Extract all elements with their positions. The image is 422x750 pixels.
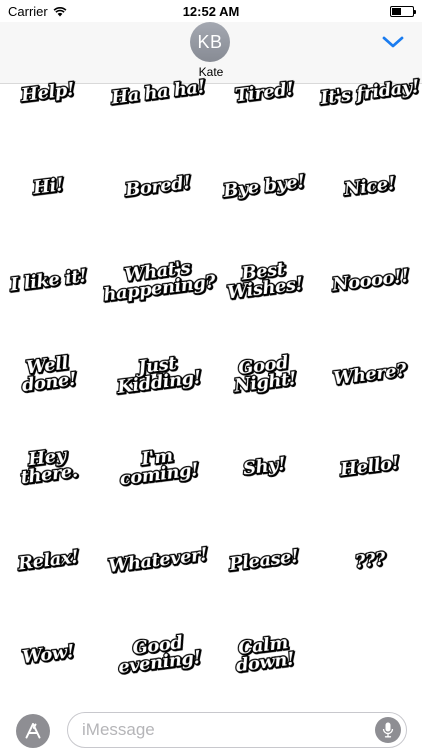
sticker-label: Wow! [20,639,77,669]
sticker-label: Whatever! [106,542,210,577]
sticker-label: Shy! [240,452,287,480]
sticker-label: Good evening! [115,631,202,679]
sticker-label: I'm coming! [117,444,200,491]
sticker-26[interactable]: Calm down! [214,630,314,678]
sticker-label: Good Night! [232,351,299,398]
sticker-5[interactable]: Bored! [108,162,208,210]
message-input[interactable] [82,720,362,740]
sticker-13[interactable]: Just Kidding! [108,350,208,400]
sticker-2[interactable]: Tired! [214,68,314,116]
sticker-24[interactable]: Wow! [0,630,98,678]
sticker-label: Tired! [232,77,295,107]
battery-icon [390,5,416,17]
sticker-label: Just Kidding! [115,352,203,400]
sticker-18[interactable]: Shy! [214,442,314,490]
status-bar: Carrier 12:52 AM [0,0,422,22]
sticker-grid: Help! Ha ha ha! Tired! It's friday! Hi! Bored… [0,56,422,706]
battery-level [392,7,401,15]
sticker-label: It's friday! [318,74,422,109]
sticker-10[interactable]: Best Wishes! [214,256,314,304]
status-left: Carrier [8,4,67,19]
sticker-0[interactable]: Help! [0,68,98,116]
sticker-label: Relax! [15,545,80,576]
sticker-15[interactable]: Where? [320,350,420,398]
sticker-20[interactable]: Relax! [0,536,98,584]
sticker-label: ??? [353,547,388,574]
sticker-label: Bored! [123,170,193,201]
sticker-3[interactable]: It's friday! [318,68,422,116]
message-input-container [67,712,407,748]
sticker-label: What's happening? [101,256,218,307]
sticker-7[interactable]: Nice! [320,162,420,210]
sticker-19[interactable]: Hello! [320,442,420,490]
microphone-icon [382,722,394,738]
sticker-label: Bye bye! [221,169,307,202]
sticker-11[interactable]: Noooo!! [320,256,420,304]
app-store-icon [25,723,41,739]
sticker-9[interactable]: What's happening? [101,256,218,307]
sticker-17[interactable]: I'm coming! [108,442,208,491]
sticker-21[interactable]: Whatever! [106,536,210,584]
sticker-label: Noooo!! [329,264,410,297]
sticker-label: Nice! [342,171,398,200]
sticker-12[interactable]: Well done! [0,350,98,398]
wifi-icon [53,6,67,16]
sticker-25[interactable]: Good evening! [108,630,208,679]
sticker-label: Hello! [338,451,402,481]
sticker-23[interactable]: ??? [320,536,420,584]
sticker-8[interactable]: I like it! [0,256,98,304]
sticker-label: Hi! [31,173,66,200]
sticker-1[interactable]: Ha ha ha! [108,68,208,116]
sticker-6[interactable]: Bye bye! [214,162,314,210]
sticker-14[interactable]: Good Night! [214,350,314,398]
sticker-label: Best Wishes! [225,257,305,304]
sticker-label: Help! [19,77,77,107]
sticker-22[interactable]: Please! [214,536,314,584]
message-bar [0,706,422,750]
sticker-label: Where? [331,358,409,390]
sticker-16[interactable]: Hey there. [0,442,98,490]
sticker-label: Well done! [19,351,78,397]
sticker-label: Ha ha ha! [109,75,207,110]
carrier-label: Carrier [8,3,48,19]
sticker-label: Please! [227,544,301,576]
microphone-button[interactable] [375,717,401,743]
chevron-down-icon[interactable] [382,34,404,50]
sticker-label: Calm down! [233,631,296,678]
sticker-4[interactable]: Hi! [0,162,98,210]
sticker-label: I like it! [7,264,88,297]
sticker-label: Hey there. [18,444,80,490]
app-store-button[interactable] [16,714,50,748]
